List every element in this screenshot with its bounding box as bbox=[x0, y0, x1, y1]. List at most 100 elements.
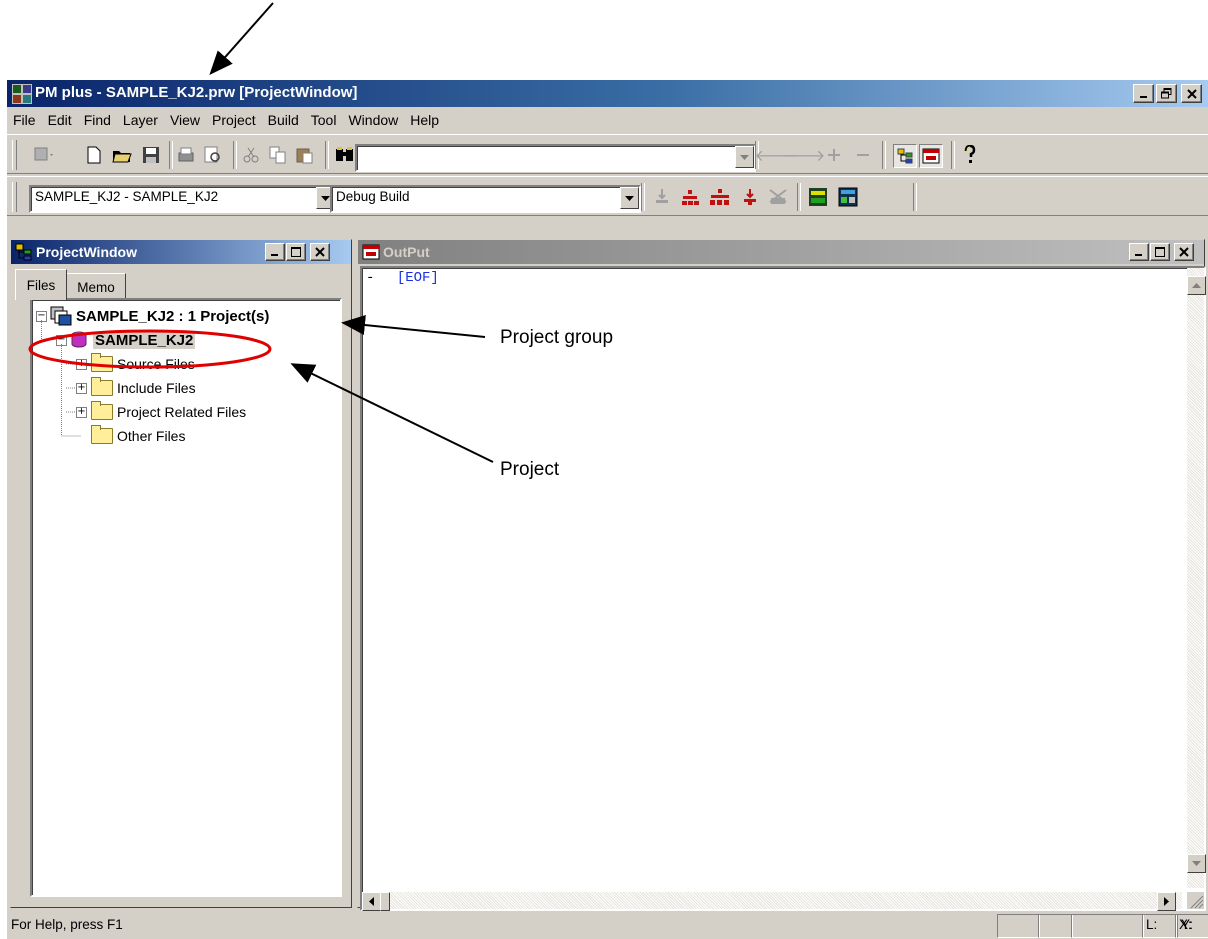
build-toolbar: SAMPLE_KJ2 - SAMPLE_KJ2 Debug Build bbox=[7, 176, 1208, 216]
menu-edit[interactable]: Edit bbox=[42, 112, 78, 128]
project-window-maximize-button[interactable] bbox=[286, 243, 306, 261]
tree-item-project[interactable]: − SAMPLE_KJ2 bbox=[56, 328, 196, 352]
build-config-value: Debug Build bbox=[336, 189, 410, 204]
pm-plus-app-icon bbox=[12, 84, 32, 104]
output-window-maximize-button[interactable] bbox=[1150, 243, 1170, 261]
title-arrow bbox=[209, 2, 274, 75]
scroll-down-button[interactable] bbox=[1187, 854, 1206, 873]
menu-view[interactable]: View bbox=[164, 112, 206, 128]
output-window-toggle-icon[interactable] bbox=[919, 144, 943, 168]
toolbar-separator bbox=[641, 183, 645, 211]
menu-file[interactable]: File bbox=[7, 112, 42, 128]
debugger-icon[interactable] bbox=[807, 186, 829, 208]
chevron-up-icon bbox=[1192, 283, 1201, 288]
rebuild-all-icon[interactable] bbox=[709, 186, 731, 208]
stop-build-icon[interactable] bbox=[767, 186, 789, 208]
plus-icon[interactable] bbox=[823, 144, 845, 166]
scroll-up-button[interactable] bbox=[1187, 276, 1206, 295]
project-window-toggle-icon[interactable] bbox=[893, 144, 917, 168]
horizontal-scrollbar[interactable] bbox=[362, 892, 1182, 911]
output-window-titlebar[interactable]: OutPut bbox=[358, 240, 1204, 264]
vertical-scrollbar[interactable] bbox=[1187, 268, 1206, 888]
menu-layer[interactable]: Layer bbox=[117, 112, 164, 128]
scroll-left-button[interactable] bbox=[362, 892, 381, 911]
compile-icon[interactable] bbox=[651, 186, 673, 208]
restore-button[interactable] bbox=[1156, 84, 1177, 103]
find-combo[interactable] bbox=[355, 144, 756, 172]
find-combo-dropdown-button[interactable] bbox=[735, 146, 754, 168]
chevron-left-icon bbox=[369, 897, 374, 906]
toolbar-separator bbox=[325, 141, 329, 169]
output-window-close-button[interactable] bbox=[1174, 243, 1194, 261]
chevron-down-icon bbox=[625, 195, 634, 201]
toolbar-separator bbox=[797, 183, 801, 211]
menu-tool[interactable]: Tool bbox=[305, 112, 343, 128]
minimize-icon bbox=[1139, 95, 1147, 98]
toolbar-grip[interactable] bbox=[12, 182, 17, 212]
status-panel-3 bbox=[1071, 914, 1144, 938]
scroll-right-button[interactable] bbox=[1157, 892, 1176, 911]
status-help-text: For Help, press F1 bbox=[11, 917, 123, 932]
project-group-label: SAMPLE_KJ2 : 1 Project(s) bbox=[76, 307, 270, 325]
open-folder-icon[interactable] bbox=[111, 144, 133, 166]
expand-icon[interactable]: + bbox=[76, 358, 87, 370]
output-window: OutPut - [EOF] bbox=[357, 239, 1206, 911]
build-config-dropdown-button[interactable] bbox=[620, 187, 639, 209]
minus-icon[interactable] bbox=[852, 144, 874, 166]
tree-item-project-group[interactable]: − SAMPLE_KJ2 : 1 Project(s) bbox=[36, 304, 269, 328]
paste-icon[interactable] bbox=[294, 144, 316, 166]
print-preview-icon[interactable] bbox=[202, 144, 224, 166]
project-select-combo[interactable]: SAMPLE_KJ2 - SAMPLE_KJ2 bbox=[29, 185, 337, 213]
expand-icon[interactable]: + bbox=[76, 382, 87, 394]
status-panel-1 bbox=[997, 914, 1040, 938]
tree-folder-other-files[interactable]: Other Files bbox=[76, 424, 185, 448]
menu-find[interactable]: Find bbox=[78, 112, 117, 128]
tree-folder-source-files[interactable]: + Source Files bbox=[76, 352, 195, 376]
output-window-minimize-button[interactable] bbox=[1129, 243, 1149, 261]
menu-help[interactable]: Help bbox=[404, 112, 445, 128]
new-file-icon[interactable] bbox=[83, 144, 105, 166]
toolbar-separator bbox=[913, 183, 917, 211]
close-icon bbox=[315, 247, 325, 257]
menu-build[interactable]: Build bbox=[262, 112, 305, 128]
menu-window[interactable]: Window bbox=[342, 112, 404, 128]
build-config-combo[interactable]: Debug Build bbox=[330, 185, 641, 213]
chevron-down-icon bbox=[321, 195, 330, 201]
save-icon[interactable] bbox=[140, 144, 162, 166]
window-title: PM plus - SAMPLE_KJ2.prw [ProjectWindow] bbox=[35, 84, 358, 101]
minimize-button[interactable] bbox=[1133, 84, 1154, 103]
project-window-minimize-button[interactable] bbox=[265, 243, 285, 261]
find-binoculars-icon[interactable] bbox=[334, 144, 356, 166]
project-window-close-button[interactable] bbox=[310, 243, 330, 261]
forward-arrow-icon[interactable]: 🡒 bbox=[783, 144, 826, 166]
title-bar[interactable]: PM plus - SAMPLE_KJ2.prw [ProjectWindow] bbox=[7, 80, 1208, 107]
project-tree-icon bbox=[15, 243, 32, 261]
expand-icon[interactable]: + bbox=[76, 406, 87, 418]
folder-label: Source Files bbox=[117, 356, 195, 372]
status-bar: For Help, press F1 L: X: Y: bbox=[7, 911, 1208, 939]
tab-files[interactable]: Files bbox=[15, 269, 67, 300]
print-icon[interactable] bbox=[175, 144, 197, 166]
menu-project[interactable]: Project bbox=[206, 112, 262, 128]
project-dropdown-icon[interactable] bbox=[33, 144, 55, 166]
tree-folder-project-related-files[interactable]: + Project Related Files bbox=[76, 400, 246, 424]
output-eof-text: [EOF] bbox=[396, 270, 439, 286]
size-grip-icon bbox=[1190, 895, 1204, 909]
simulator-icon[interactable] bbox=[837, 186, 859, 208]
batch-build-icon[interactable] bbox=[739, 186, 761, 208]
collapse-icon[interactable]: − bbox=[56, 334, 67, 346]
tree-folder-include-files[interactable]: + Include Files bbox=[76, 376, 196, 400]
output-text-area[interactable]: - [EOF] bbox=[360, 266, 1206, 911]
scroll-thumb[interactable] bbox=[380, 892, 390, 911]
restore-icon bbox=[1161, 88, 1172, 99]
project-window-title: ProjectWindow bbox=[36, 244, 137, 260]
cut-icon[interactable] bbox=[240, 144, 262, 166]
tab-memo[interactable]: Memo bbox=[66, 273, 126, 301]
help-question-icon[interactable] bbox=[959, 144, 981, 166]
build-icon[interactable] bbox=[679, 186, 701, 208]
copy-icon[interactable] bbox=[267, 144, 289, 166]
size-grip[interactable] bbox=[1187, 892, 1204, 909]
toolbar-grip[interactable] bbox=[12, 140, 17, 170]
close-button[interactable] bbox=[1181, 84, 1202, 103]
collapse-icon[interactable]: − bbox=[36, 310, 47, 322]
